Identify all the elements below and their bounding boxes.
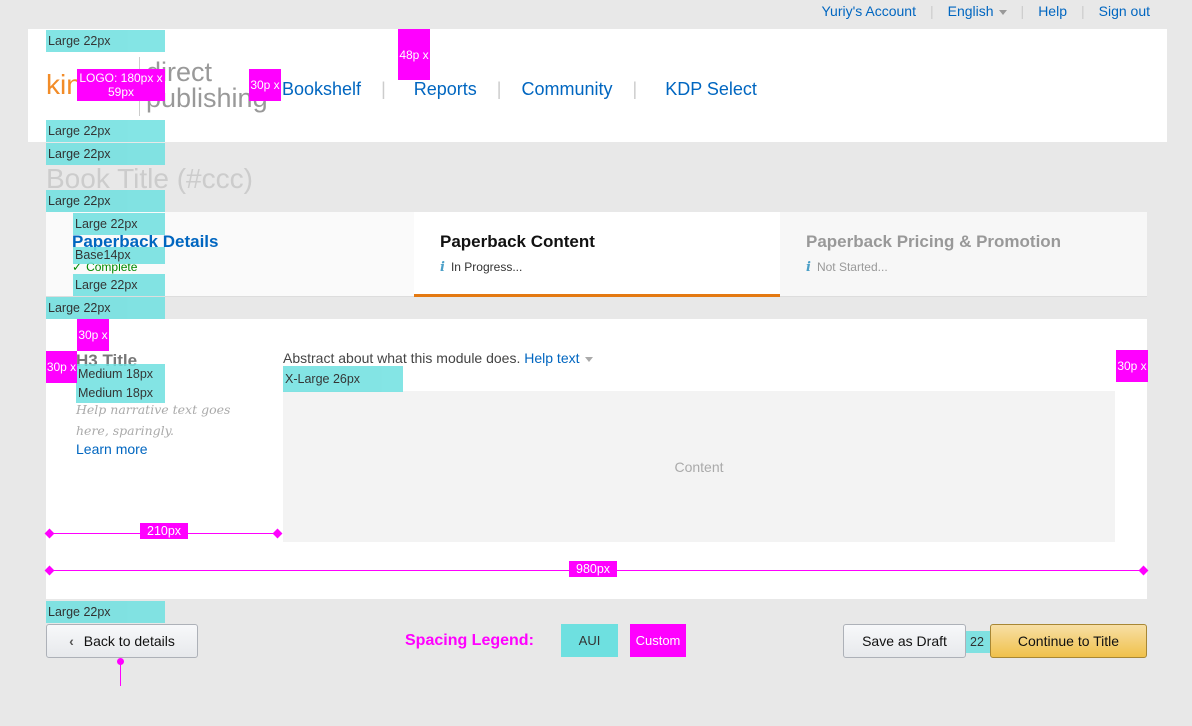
spacing-annotation: Large 22px [46, 120, 165, 142]
measure-label-980: 980px [569, 561, 618, 577]
content-area: Content [283, 391, 1115, 542]
separator: | [381, 79, 386, 99]
info-icon: i [440, 260, 445, 275]
info-icon: i [806, 260, 811, 275]
legend-custom: Custom [630, 624, 686, 657]
measure-label-210: 210px [140, 523, 189, 539]
spacing-annotation: Large 22px [73, 274, 165, 296]
header: kin direct publishing Bookshelf | Reports… [28, 29, 1167, 142]
help-narrative: Help narrative text goes here, sparingly… [76, 402, 231, 438]
separator: | [1020, 3, 1025, 19]
content-module: H3 Title Help narrative text goes here, … [46, 319, 1147, 599]
spacing-annotation: Large 22px [46, 30, 165, 52]
language-dropdown[interactable]: English [948, 3, 1007, 19]
help-text-dropdown[interactable]: Help text [524, 350, 593, 366]
account-link[interactable]: Yuriy's Account [821, 3, 916, 19]
spacing-annotation: X-Large 26px [283, 366, 403, 392]
spacing-annotation: 30p x [77, 319, 109, 351]
separator: | [632, 79, 638, 99]
spacing-annotation: 22 [966, 631, 990, 653]
learn-more-link[interactable]: Learn more [76, 441, 148, 457]
step-status: i Not Started... [806, 260, 888, 275]
caret-down-icon [584, 356, 593, 362]
measure-line-vertical [120, 662, 121, 686]
step-title: Paperback Content [440, 232, 595, 251]
separator: | [1080, 3, 1085, 19]
step-tabs: Paperback Details ✓ Complete Paperback Co… [46, 212, 1147, 297]
spacing-annotation: 30p x [249, 69, 281, 101]
spacing-legend-label: Spacing Legend: [405, 632, 534, 649]
chevron-left-icon: ‹ [69, 633, 74, 649]
continue-to-title-button[interactable]: Continue to Title [990, 624, 1147, 658]
step-title: Paperback Pricing & Promotion [806, 232, 1062, 251]
spacing-annotation: Large 22px [46, 143, 165, 165]
spacing-annotation: Medium 18px [76, 364, 165, 384]
spacing-annotation: 30p x [46, 351, 77, 383]
nav-bookshelf[interactable]: Bookshelf [282, 79, 361, 100]
separator: | [496, 79, 502, 99]
step-paperback-pricing[interactable]: Paperback Pricing & Promotion i Not Start… [780, 212, 1147, 297]
signout-link[interactable]: Sign out [1099, 3, 1150, 19]
step-paperback-content[interactable]: Paperback Content i In Progress... [414, 212, 780, 297]
nav-reports[interactable]: Reports [414, 79, 477, 100]
utility-nav: Yuriy's Account | English | Help | Sign … [821, 3, 1150, 19]
spacing-annotation: 48p x [398, 29, 430, 80]
spacing-annotation: Base14px [73, 247, 165, 264]
legend-aui: AUI [561, 624, 618, 657]
logo-size-annotation: LOGO: 180px x 59px [77, 69, 165, 101]
caret-down-icon [998, 9, 1007, 15]
spacing-annotation: 30p x [1116, 350, 1148, 382]
back-to-details-button[interactable]: ‹ Back to details [46, 624, 198, 658]
nav-community[interactable]: Community [521, 79, 612, 100]
spacing-annotation: Large 22px [46, 190, 165, 212]
step-status: i In Progress... [440, 260, 523, 275]
spacing-annotation: Medium 18px [76, 384, 165, 403]
save-as-draft-button[interactable]: Save as Draft [843, 624, 966, 658]
main-nav: Bookshelf | Reports | Community | KDP Se… [282, 79, 757, 100]
module-abstract: Abstract about what this module does. He… [283, 350, 593, 366]
spacing-annotation: Large 22px [46, 297, 165, 319]
help-link[interactable]: Help [1038, 3, 1067, 19]
spacing-annotation: Large 22px [73, 213, 165, 235]
separator: | [929, 3, 934, 19]
language-label: English [947, 3, 994, 19]
nav-kdp-select[interactable]: KDP Select [665, 79, 757, 100]
spacing-annotation: Large 22px [46, 601, 165, 623]
